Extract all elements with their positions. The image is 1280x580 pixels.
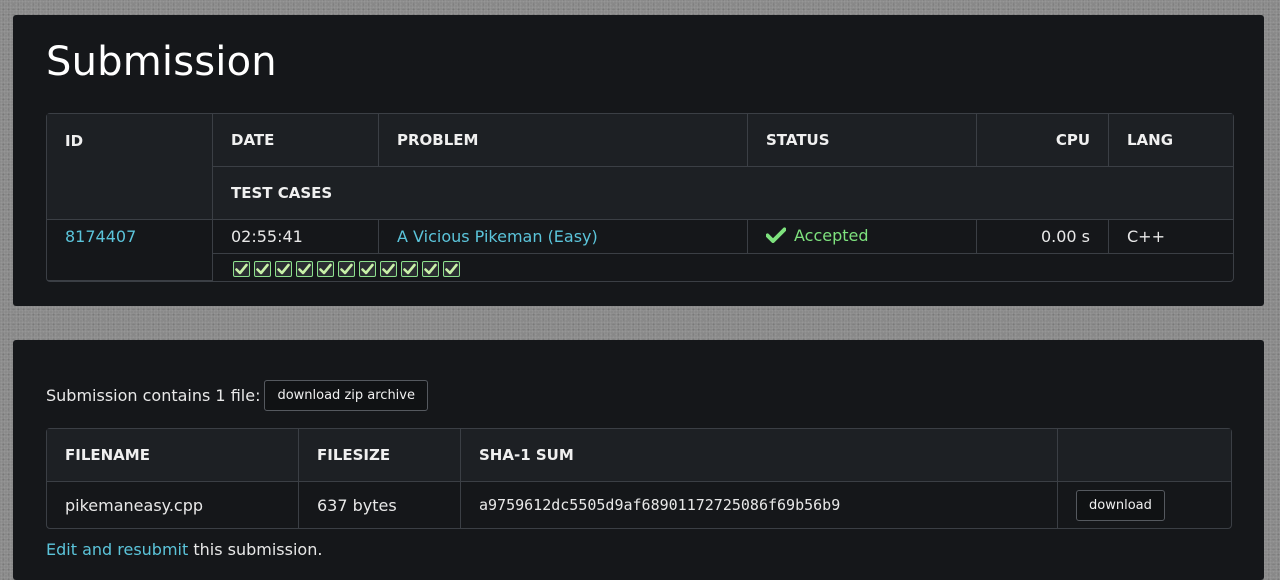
files-summary: Submission contains 1 file: download zip… [46,380,428,411]
files-card: Submission contains 1 file: download zip… [13,340,1264,580]
table-row: pikemaneasy.cpp 637 bytes a9759612dc5505… [47,482,1231,528]
col-header-filesize: FILESIZE [299,429,461,482]
test-case-passed-icon[interactable] [275,260,292,277]
filesize-cell: 637 bytes [299,482,461,528]
col-header-problem: PROBLEM [379,114,748,167]
test-case-passed-icon[interactable] [359,260,376,277]
submission-id-link[interactable]: 8174407 [65,227,136,246]
col-header-sha1: SHA-1 SUM [461,429,1058,482]
checkmark-icon [765,227,787,247]
sha1-cell: a9759612dc5505d9af68901172725086f69b56b9 [461,482,1058,528]
col-header-date: DATE [213,114,379,167]
test-case-passed-icon[interactable] [296,260,313,277]
col-header-actions [1058,429,1231,482]
col-header-id: ID [47,114,213,220]
table-row: 8174407 02:55:41 A Vicious Pikeman (Easy… [47,220,1233,281]
header-row-testcases: TEST CASES [47,167,1233,220]
files-table: FILENAME FILESIZE SHA-1 SUM pikemaneasy.… [46,428,1232,529]
submission-id-cell: 8174407 [47,220,213,281]
resubmit-rest-text: this submission. [188,540,323,559]
test-case-passed-icon[interactable] [317,260,334,277]
col-header-test-cases: TEST CASES [213,167,1233,220]
files-header-row: FILENAME FILESIZE SHA-1 SUM [47,429,1231,482]
status-cell: Accepted [748,220,977,254]
header-row: ID DATE PROBLEM STATUS CPU LANG [47,114,1233,220]
files-intro-text: Submission contains 1 file: [46,386,261,405]
download-file-button[interactable]: download [1076,489,1165,521]
col-header-status: STATUS [748,114,977,167]
date-cell: 02:55:41 [213,220,379,254]
edit-resubmit-link[interactable]: Edit and resubmit [46,540,188,559]
submission-card: Submission ID DATE PROBLEM STATUS CPU LA… [13,15,1264,306]
test-case-passed-icon[interactable] [380,260,397,277]
test-case-passed-icon[interactable] [338,260,355,277]
test-case-passed-icon[interactable] [443,260,460,277]
problem-link[interactable]: A Vicious Pikeman (Easy) [397,227,598,246]
testcase-row [47,254,1233,281]
test-case-passed-icon[interactable] [422,260,439,277]
test-cases-cell [213,254,1233,281]
col-header-cpu: CPU [977,114,1109,167]
download-zip-button[interactable]: download zip archive [264,380,428,411]
status-text: Accepted [794,226,869,245]
page-title: Submission [46,39,277,85]
test-case-passed-icon[interactable] [233,260,250,277]
col-header-lang: LANG [1109,114,1233,167]
lang-cell: C++ [1109,220,1233,254]
submission-table: ID DATE PROBLEM STATUS CPU LANG TEST CAS… [46,113,1234,282]
col-header-filename: FILENAME [47,429,299,482]
filename-cell: pikemaneasy.cpp [47,482,299,528]
download-cell: download [1058,482,1231,528]
test-case-passed-icon[interactable] [254,260,271,277]
test-case-passed-icon[interactable] [401,260,418,277]
cpu-cell: 0.00 s [977,220,1109,254]
resubmit-line: Edit and resubmit this submission. [46,540,322,559]
problem-cell: A Vicious Pikeman (Easy) [379,220,748,254]
